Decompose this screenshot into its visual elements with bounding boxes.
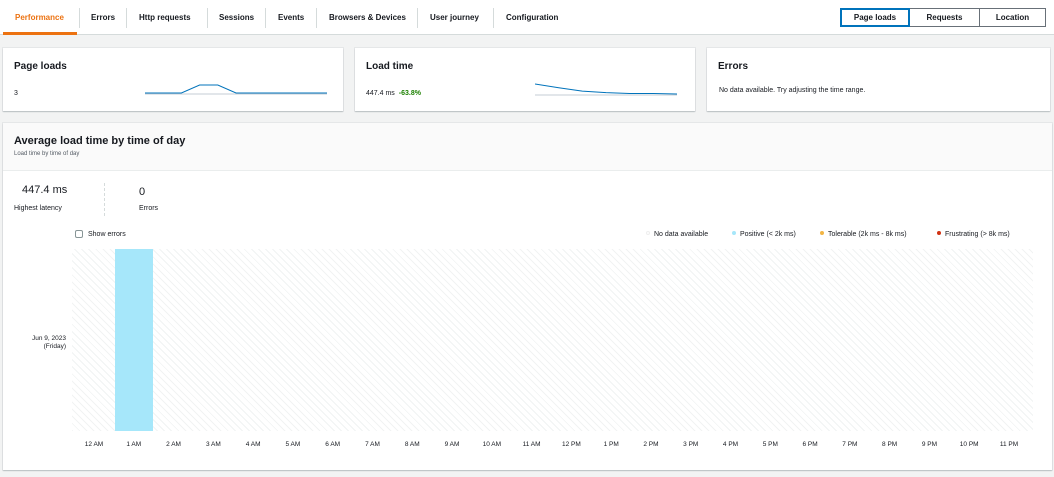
x-tick-label: 3 AM [205, 441, 221, 448]
load-time-by-time-of-day-panel: Average load time by time of day Load ti… [3, 123, 1052, 470]
row-label: Jun 9, 2023 (Friday) [11, 335, 66, 351]
card-title: Errors [718, 61, 749, 72]
x-tick-label: 9 PM [921, 441, 938, 448]
card-title: Load time [366, 61, 414, 72]
x-tick-label: 10 AM [482, 441, 502, 448]
panel-title: Average load time by time of day [14, 135, 186, 147]
show-errors-checkbox[interactable] [75, 230, 83, 238]
tab-divider [493, 8, 494, 28]
row-date: Jun 9, 2023 [32, 335, 66, 342]
legend-swatch [937, 231, 941, 236]
tab-divider [417, 8, 418, 28]
tab-http-requests[interactable]: Http requests [139, 8, 191, 28]
x-tick-label: 9 AM [444, 441, 460, 448]
legend-label: No data available [654, 231, 709, 238]
toggle-requests[interactable]: Requests [909, 8, 980, 27]
sparkline-line [535, 83, 677, 95]
tab-configuration[interactable]: Configuration [506, 8, 558, 28]
no-data-message: No data available. Try adjusting the tim… [719, 87, 866, 94]
x-tick-label: 4 AM [245, 441, 261, 448]
x-tick-label: 1 PM [603, 441, 619, 448]
x-tick-label: 8 PM [882, 441, 898, 448]
x-tick-label: 7 PM [842, 441, 858, 448]
x-tick-label: 8 AM [404, 441, 420, 448]
page-loads-sparkline [145, 84, 327, 95]
tab-events[interactable]: Events [278, 8, 304, 28]
tab-sessions[interactable]: Sessions [219, 8, 254, 28]
legend-swatch [820, 231, 824, 236]
x-tick-label: 2 AM [166, 441, 181, 448]
legend-label: Frustrating (> 8k ms) [945, 231, 1010, 238]
tab-divider [265, 8, 266, 28]
panel-header: Average load time by time of day Load ti… [3, 123, 1052, 171]
x-tick-label: 2 PM [643, 441, 659, 448]
tab-browsers-devices[interactable]: Browsers & Devices [329, 8, 406, 28]
tab-divider [79, 8, 80, 28]
legend-label: Tolerable (2k ms - 8k ms) [828, 231, 907, 238]
stat-divider [104, 183, 105, 216]
panel-subtitle: Load time by time of day [14, 151, 80, 157]
show-errors-label: Show errors [88, 231, 126, 238]
active-tab-indicator [3, 32, 77, 35]
x-tick-label: 4 PM [722, 441, 739, 448]
heatmap-plot-area [72, 249, 1033, 431]
load-time-change: -63.8% [398, 90, 421, 97]
errors-count-value: 0 [139, 186, 146, 198]
x-tick-label: 3 PM [683, 441, 699, 448]
tab-user-journey[interactable]: User journey [430, 8, 479, 28]
tab-errors[interactable]: Errors [91, 8, 115, 28]
x-tick-label: 6 AM [325, 441, 341, 448]
load-time-card: Load time 447.4 ms -63.8% [355, 48, 695, 111]
toggle-page-loads[interactable]: Page loads [840, 8, 910, 27]
legend-swatch [732, 231, 736, 236]
tab-performance[interactable]: Performance [15, 8, 64, 28]
x-tick-label: 6 PM [802, 441, 818, 448]
sparkline-line [145, 84, 327, 94]
page-loads-card: Page loads 3 [3, 48, 343, 111]
x-tick-label: 5 AM [285, 441, 301, 448]
legend-label: Positive (< 2k ms) [740, 231, 796, 238]
x-tick-label: 12 PM [561, 441, 581, 448]
x-tick-label: 11 AM [522, 441, 541, 448]
errors-card: Errors No data available. Try adjusting … [707, 48, 1050, 111]
tab-divider [126, 8, 127, 28]
toggle-location[interactable]: Location [979, 8, 1046, 27]
row-weekday: (Friday) [43, 343, 66, 350]
tab-bar: Performance Errors Http requests Session… [0, 0, 1054, 35]
card-value: 447.4 ms -63.8% [366, 90, 421, 97]
legend-no-data: No data available [646, 230, 708, 239]
highest-latency-value: 447.4 ms [22, 184, 68, 196]
card-value: 3 [14, 90, 18, 97]
tab-divider [207, 8, 208, 28]
load-time-value: 447.4 ms [366, 90, 395, 97]
card-title: Page loads [14, 61, 67, 72]
heatmap-cell[interactable] [114, 249, 153, 431]
x-tick-label: 7 AM [365, 441, 380, 448]
legend-tolerable: Tolerable (2k ms - 8k ms) [820, 230, 907, 239]
tab-divider [316, 8, 317, 28]
x-tick-label: 11 PM [999, 441, 1019, 448]
highest-latency-label: Highest latency [14, 205, 62, 212]
errors-count-label: Errors [139, 205, 159, 212]
load-time-sparkline [535, 83, 677, 96]
x-tick-label: 10 PM [959, 441, 979, 448]
x-tick-label: 5 PM [762, 441, 778, 448]
x-tick-label: 1 AM [126, 441, 142, 448]
legend-frustrating: Frustrating (> 8k ms) [937, 230, 1010, 239]
x-tick-label: 12 AM [84, 441, 104, 448]
legend-positive: Positive (< 2k ms) [732, 230, 796, 239]
legend-swatch [646, 231, 650, 236]
